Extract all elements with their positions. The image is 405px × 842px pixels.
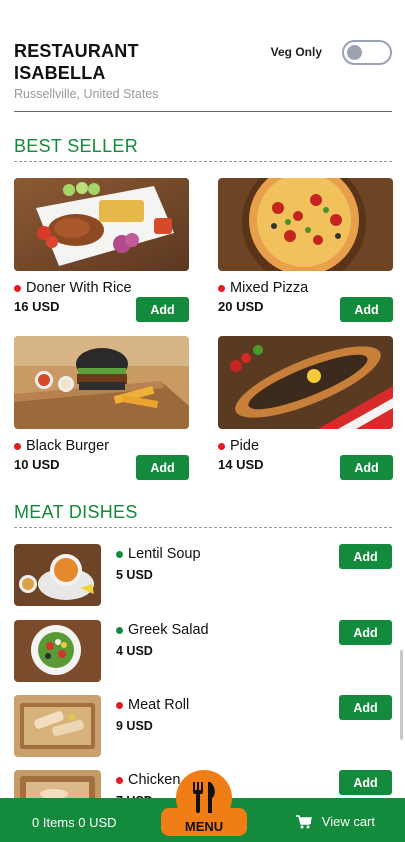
product-card-pide[interactable]: Pide 14 USD Add [218,336,393,480]
toggle-knob [347,45,362,60]
product-card-doner[interactable]: Doner With Rice 16 USD Add [14,178,189,322]
veg-indicator-icon [116,626,123,634]
pizza-image [218,178,393,271]
add-button[interactable]: Add [339,620,392,645]
product-price: 9 USD [116,719,153,733]
doner-image [14,178,189,271]
non-veg-indicator-icon [14,284,21,292]
menu-label: MENU [184,819,224,834]
burger-image [14,336,189,429]
restaurant-name: RESTAURANT ISABELLA [14,41,139,83]
scrollbar[interactable] [400,650,403,740]
section-title-meat-dishes: MEAT DISHES [14,502,138,522]
product-price: 4 USD [116,644,153,658]
add-button[interactable]: Add [340,455,393,480]
section-title-best-seller: BEST SELLER [14,136,139,156]
product-name: Lentil Soup [128,546,201,562]
veg-indicator-icon [116,550,123,558]
product-card-pizza[interactable]: Mixed Pizza 20 USD Add [218,178,393,322]
list-item-greek-salad[interactable]: Greek Salad 4 USD Add [14,620,392,682]
fork-knife-icon [193,782,215,813]
product-name-row: Greek Salad [116,622,209,638]
product-name-row: Black Burger [14,438,189,454]
product-name: Meat Roll [128,697,190,713]
view-cart-button[interactable]: View cart [295,814,375,829]
header-divider [14,111,392,112]
product-name-row: Lentil Soup [116,546,201,562]
non-veg-indicator-icon [116,776,123,784]
product-name-row: Pide [218,438,393,454]
add-button[interactable]: Add [136,297,189,322]
section-divider [14,527,392,528]
menu-button[interactable]: MENU [161,770,247,836]
lentil-soup-image [14,544,101,606]
product-name-row: Mixed Pizza [218,280,393,296]
veg-only-label: Veg Only [270,44,322,59]
add-button[interactable]: Add [340,297,393,322]
restaurant-location: Russellville, United States [14,87,159,101]
add-button[interactable]: Add [339,695,392,720]
view-cart-label: View cart [321,814,375,829]
list-item-meat-roll[interactable]: Meat Roll 9 USD Add [14,695,392,757]
product-card-burger[interactable]: Black Burger 10 USD Add [14,336,189,480]
restaurant-header: RESTAURANT ISABELLA Russellville, United… [14,40,392,101]
non-veg-indicator-icon [218,442,225,450]
product-name-row: Meat Roll [116,697,189,713]
meat-roll-image [14,695,101,757]
veg-only-toggle[interactable] [342,40,392,65]
product-name: Greek Salad [128,622,209,638]
greek-salad-image [14,620,101,682]
non-veg-indicator-icon [218,284,225,292]
non-veg-indicator-icon [14,442,21,450]
product-name: Doner With Rice [26,280,132,296]
pide-image [218,336,393,429]
cart-summary: 0 Items 0 USD [32,815,117,830]
product-name: Black Burger [26,438,110,454]
cart-icon [295,814,312,828]
product-price: 5 USD [116,568,153,582]
product-name: Pide [230,438,260,454]
list-item-lentil-soup[interactable]: Lentil Soup 5 USD Add [14,544,392,606]
product-name-row: Doner With Rice [14,280,189,296]
non-veg-indicator-icon [116,701,123,709]
product-name: Mixed Pizza [230,280,309,296]
add-button[interactable]: Add [136,455,189,480]
add-button[interactable]: Add [339,544,392,569]
add-button[interactable]: Add [339,770,392,795]
veg-only-filter: Veg Only [271,40,392,65]
section-divider [14,161,392,162]
